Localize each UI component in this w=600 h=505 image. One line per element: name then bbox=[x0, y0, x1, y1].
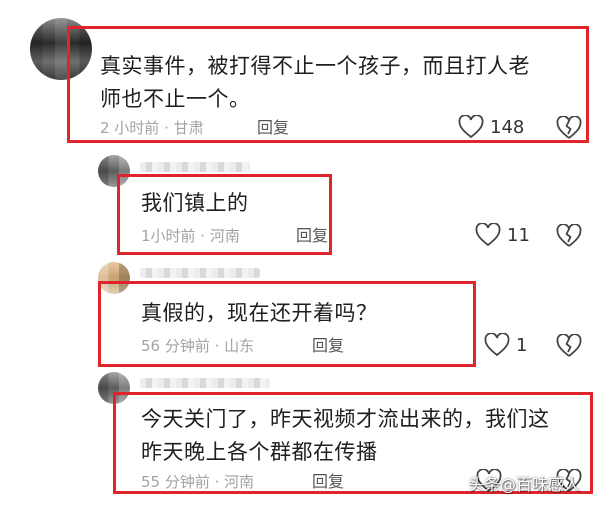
comment-text: 我们镇上的 bbox=[141, 187, 249, 220]
comment-line: 我们镇上的 bbox=[141, 191, 249, 215]
like-count: 1 bbox=[516, 334, 528, 356]
comment-meta: 56 分钟前 · 山东 bbox=[141, 337, 255, 355]
watermark: 头条@百味感人 bbox=[467, 475, 580, 494]
comment-meta: 2 小时前 · 甘肃 bbox=[100, 119, 204, 137]
reply-button[interactable]: 回复 bbox=[296, 226, 328, 246]
comment-meta: 1小时前 · 河南 bbox=[141, 227, 240, 245]
user-name bbox=[140, 378, 270, 388]
reply-button[interactable]: 回复 bbox=[312, 336, 344, 356]
reply-button[interactable]: 回复 bbox=[312, 472, 344, 492]
like-button[interactable]: 1 bbox=[484, 333, 527, 357]
broken-heart-icon[interactable] bbox=[556, 116, 582, 140]
comment-line: 真假的，现在还开着吗？ bbox=[141, 301, 378, 325]
heart-icon bbox=[458, 115, 484, 139]
like-count: 11 bbox=[507, 224, 530, 246]
comment-text: 今天关门了，昨天视频才流出来的，我们这 昨天晚上各个群都在传播 bbox=[141, 403, 550, 469]
user-name bbox=[140, 162, 250, 172]
broken-heart-icon[interactable] bbox=[556, 334, 582, 358]
reply-button[interactable]: 回复 bbox=[257, 118, 289, 138]
comment-line: 昨天晚上各个群都在传播 bbox=[141, 440, 378, 464]
like-count: 148 bbox=[490, 116, 525, 138]
comment-text: 真假的，现在还开着吗？ bbox=[141, 297, 378, 330]
user-name bbox=[140, 268, 260, 278]
comment-text: 真实事件，被打得不止一个孩子，而且打人老 师也不止一个。 bbox=[100, 50, 530, 116]
comment-line: 今天关门了，昨天视频才流出来的，我们这 bbox=[141, 407, 550, 431]
comment-line: 师也不止一个。 bbox=[100, 87, 251, 111]
broken-heart-icon[interactable] bbox=[556, 224, 582, 248]
like-button[interactable]: 11 bbox=[475, 223, 530, 247]
comment-line: 真实事件，被打得不止一个孩子，而且打人老 bbox=[100, 54, 530, 78]
heart-icon bbox=[475, 223, 501, 247]
heart-icon bbox=[484, 333, 510, 357]
comment-meta: 55 分钟前 · 河南 bbox=[141, 473, 255, 491]
like-button[interactable]: 148 bbox=[458, 115, 524, 139]
